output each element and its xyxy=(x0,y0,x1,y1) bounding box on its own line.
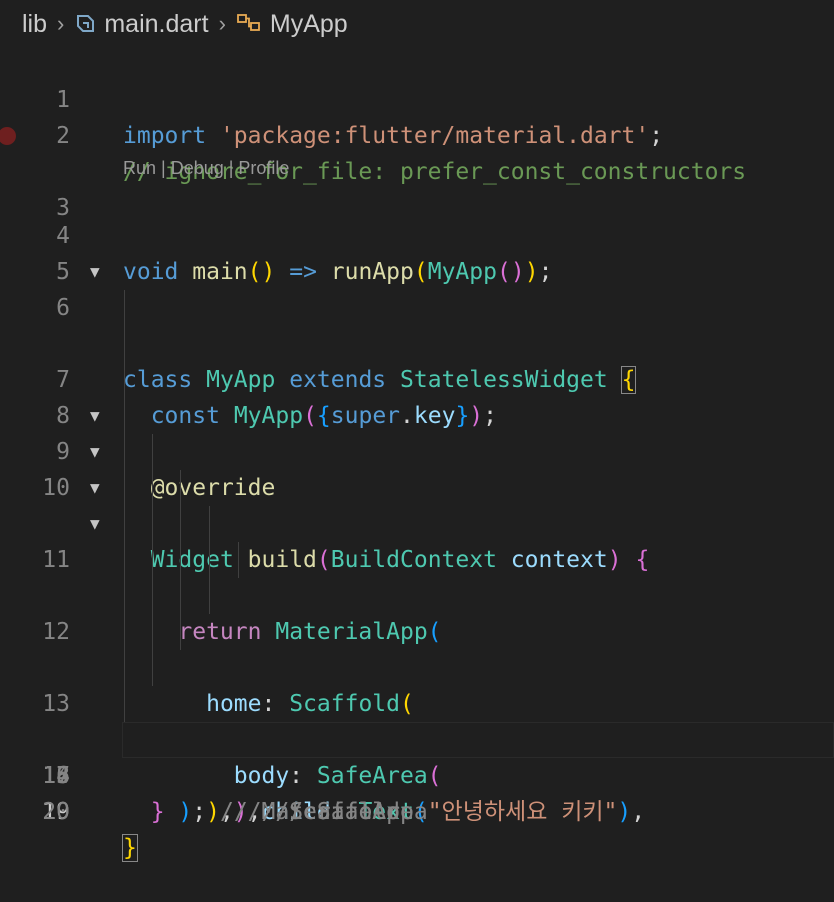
code-line[interactable]: 2 // ignore_for_file: prefer_const_const… xyxy=(0,82,834,185)
line-number: 20 xyxy=(42,799,70,825)
indent-guide xyxy=(152,434,153,470)
code-line[interactable]: 8 xyxy=(0,326,834,429)
breadcrumb-symbol[interactable]: MyApp xyxy=(236,10,348,39)
indent-guide xyxy=(180,542,181,578)
code-line[interactable]: 13 ▼ body: SafeArea( xyxy=(0,506,834,789)
dart-file-icon xyxy=(74,13,96,35)
code-text: } xyxy=(150,799,165,825)
indent-guide xyxy=(124,542,125,578)
chevron-down-icon[interactable]: ▼ xyxy=(90,470,110,506)
chevron-right-icon: › xyxy=(218,11,226,36)
code-text: ); // MaterialApp xyxy=(178,799,414,825)
class-symbol-icon xyxy=(236,12,262,36)
code-line[interactable]: 9 @override xyxy=(0,362,834,501)
breadcrumb: lib › main.dart › MyApp xyxy=(0,0,834,48)
code-line[interactable]: 4 void main() => runApp(MyApp()); xyxy=(0,182,834,285)
breadcrumb-symbol-label: MyApp xyxy=(269,9,348,38)
indent-guide xyxy=(209,542,210,578)
chevron-down-icon[interactable]: ▼ xyxy=(90,506,110,542)
code-editor[interactable]: lib › main.dart › MyApp 1 import 'packag… xyxy=(0,0,834,862)
code-line[interactable]: 1 import 'package:flutter/material.dart'… xyxy=(0,46,834,149)
current-line-highlight xyxy=(122,722,834,758)
code-area[interactable]: 1 import 'package:flutter/material.dart'… xyxy=(0,46,834,862)
chevron-down-icon[interactable]: ▼ xyxy=(90,434,110,470)
code-line[interactable]: 20 xyxy=(0,758,834,825)
chevron-down-icon[interactable]: ▼ xyxy=(90,398,110,434)
code-line[interactable]: 16 ), // Scaffold xyxy=(0,614,834,825)
indent-guide xyxy=(124,470,125,506)
indent-guide xyxy=(180,506,181,542)
indent-guide xyxy=(152,506,153,542)
indent-guide xyxy=(124,614,125,650)
chevron-down-icon[interactable]: ▼ xyxy=(90,254,110,290)
indent-guide xyxy=(124,434,125,470)
breadcrumb-file-label: main.dart xyxy=(104,9,209,38)
code-line[interactable]: 3 xyxy=(0,118,834,221)
code-text: } xyxy=(122,834,138,862)
indent-guide xyxy=(124,650,125,686)
indent-guide xyxy=(124,398,125,434)
code-line[interactable]: 5 xyxy=(0,218,834,285)
codelens[interactable]: Run | Debug | Profile xyxy=(0,154,834,182)
indent-guide xyxy=(124,362,125,398)
indent-guide xyxy=(124,506,125,542)
chevron-right-icon: › xyxy=(57,11,65,36)
indent-guide xyxy=(152,578,153,614)
code-line[interactable]: 17 ); // MaterialApp xyxy=(0,650,834,825)
indent-guide xyxy=(180,578,181,614)
code-line[interactable]: 15 ), // SafeArea xyxy=(0,578,834,825)
indent-guide xyxy=(152,542,153,578)
codelens-run-debug-profile[interactable]: Run | Debug | Profile xyxy=(123,154,289,182)
code-line[interactable]: 12 ▼ home: Scaffold( xyxy=(0,470,834,717)
breadcrumb-folder[interactable]: lib xyxy=(22,10,47,39)
indent-guide xyxy=(180,470,181,506)
indent-guide xyxy=(124,578,125,614)
indent-guide xyxy=(152,614,153,650)
indent-guide xyxy=(209,506,210,542)
indent-guide xyxy=(124,326,125,362)
indent-guide xyxy=(124,686,125,722)
code-line[interactable]: 18 } xyxy=(0,686,834,825)
code-line[interactable]: 6 ▼ class MyApp extends StatelessWidget … xyxy=(0,254,834,394)
code-line[interactable]: 11 ▼ return MaterialApp( xyxy=(0,434,834,645)
code-line[interactable]: 10 ▼ Widget build(BuildContext context) … xyxy=(0,398,834,573)
indent-guide xyxy=(238,542,239,578)
indent-guide xyxy=(124,290,125,326)
indent-guide xyxy=(180,614,181,650)
breadcrumb-file[interactable]: main.dart xyxy=(74,9,209,39)
breakpoint-hint-icon[interactable] xyxy=(0,127,16,145)
code-line[interactable]: 14 child: Text("안녕하세요 키키"), xyxy=(0,542,834,825)
indent-guide xyxy=(209,578,210,614)
indent-guide xyxy=(152,470,153,506)
code-line-current[interactable]: 19 } xyxy=(0,722,834,862)
indent-guide xyxy=(152,650,153,686)
code-line[interactable]: 7 const MyApp({super.key}); xyxy=(0,290,834,429)
